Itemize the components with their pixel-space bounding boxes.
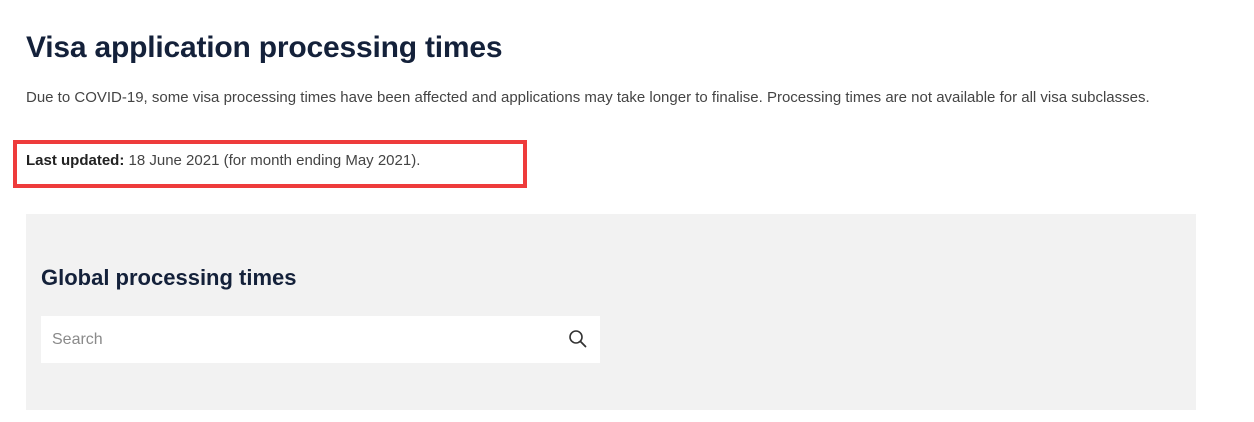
panel-title: Global processing times: [41, 265, 297, 290]
search-icon-graphic: [569, 330, 587, 348]
search-icon[interactable]: [568, 329, 588, 349]
search-input[interactable]: [41, 316, 561, 363]
last-updated-label: Last updated:: [26, 152, 125, 169]
page-title: Visa application processing times: [26, 31, 503, 64]
last-updated-value: 18 June 2021 (for month ending May 2021)…: [124, 152, 421, 169]
global-processing-times-panel: Global processing times: [26, 214, 1196, 410]
last-updated: Last updated: 18 June 2021 (for month en…: [26, 150, 420, 172]
search-box: [41, 316, 600, 363]
intro-text: Due to COVID-19, some visa processing ti…: [26, 89, 1150, 106]
